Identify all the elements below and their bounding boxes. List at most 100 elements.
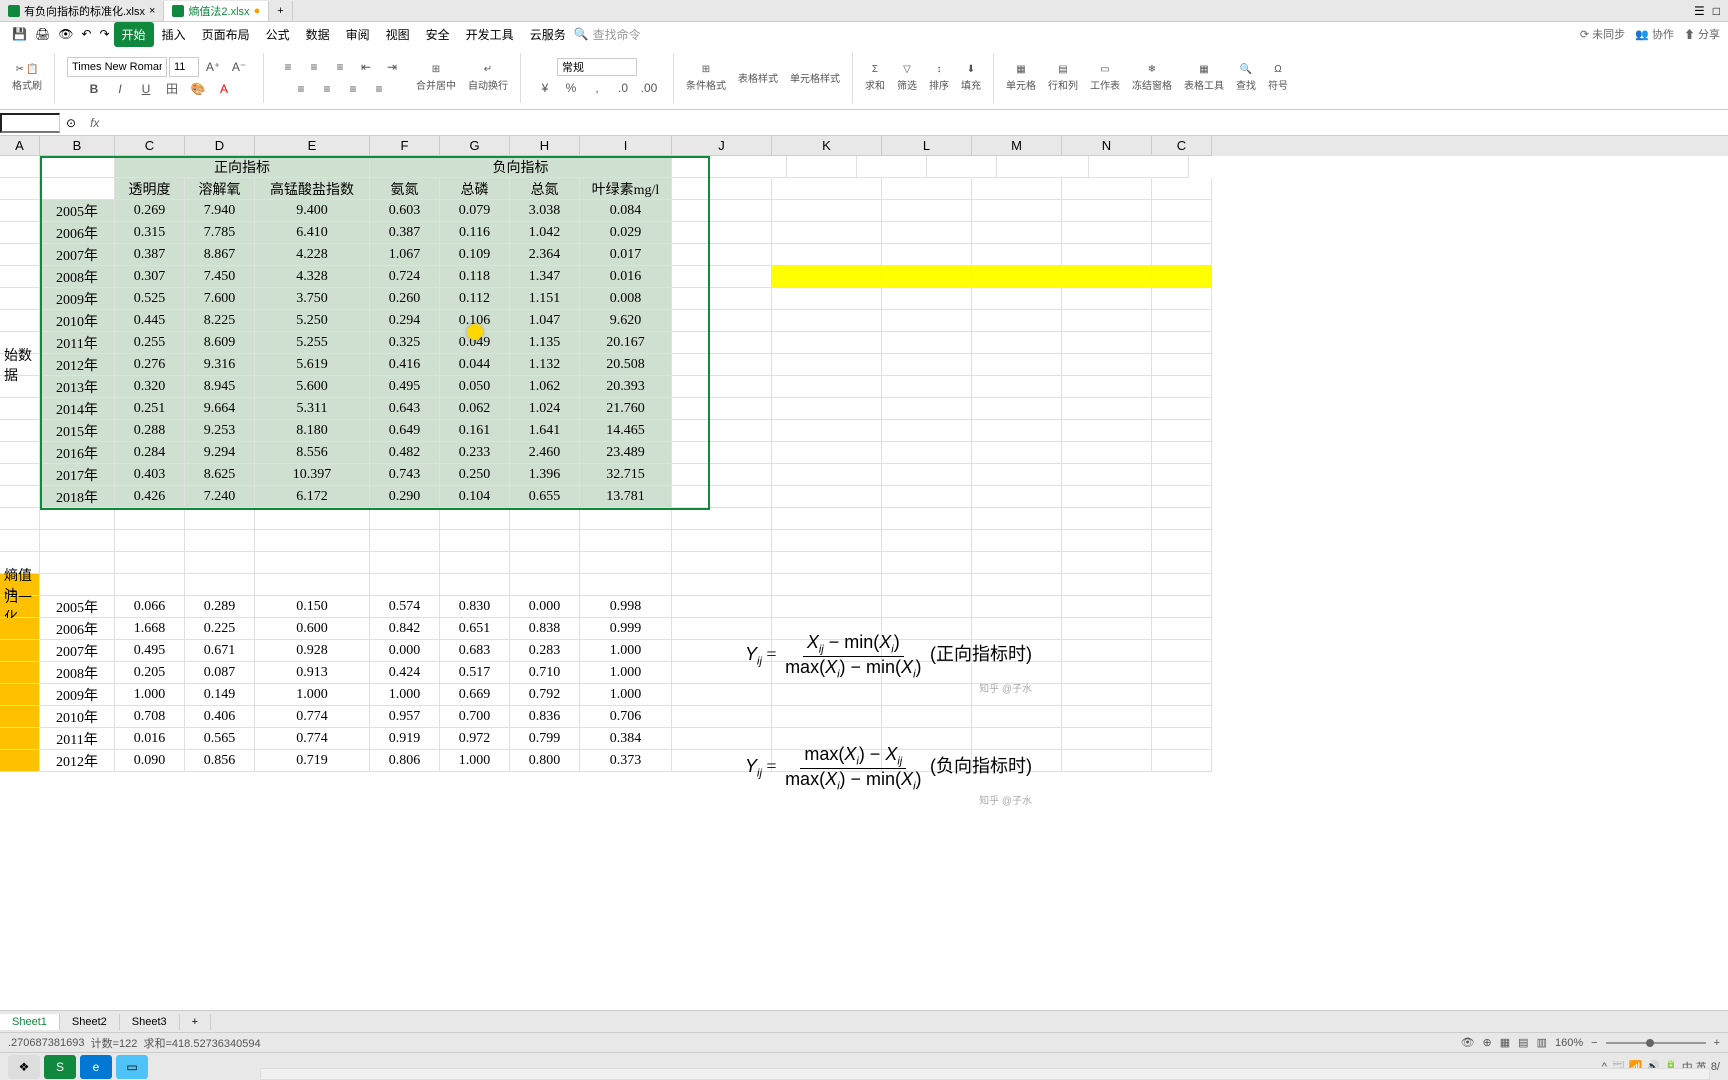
cell[interactable]: [1152, 684, 1212, 706]
cell[interactable]: 20.508: [580, 354, 672, 376]
file-tab-2[interactable]: 熵值法2.xlsx ●: [164, 1, 269, 21]
cell[interactable]: [972, 706, 1062, 728]
new-tab-button[interactable]: +: [269, 1, 292, 21]
cell[interactable]: [772, 200, 882, 222]
table-row[interactable]: 2014年0.2519.6645.3110.6430.0621.02421.76…: [0, 398, 1728, 420]
cell[interactable]: 0.838: [510, 618, 580, 640]
cell[interactable]: 0.998: [580, 596, 672, 618]
cell[interactable]: 0.495: [370, 376, 440, 398]
cell[interactable]: 0.112: [440, 288, 510, 310]
view-page-icon[interactable]: ▤: [1518, 1036, 1528, 1049]
cell[interactable]: [882, 574, 972, 596]
table-row[interactable]: 2013年0.3208.9455.6000.4950.0501.06220.39…: [0, 376, 1728, 398]
menu-safe[interactable]: 安全: [418, 22, 458, 47]
cell[interactable]: [370, 552, 440, 574]
cell[interactable]: 0.320: [115, 376, 185, 398]
cell[interactable]: [1152, 552, 1212, 574]
cell[interactable]: [1152, 244, 1212, 266]
cell[interactable]: [1062, 332, 1152, 354]
filter-group[interactable]: ▽筛选: [893, 64, 921, 92]
cell[interactable]: 0.307: [115, 266, 185, 288]
cell[interactable]: [972, 376, 1062, 398]
cell[interactable]: 5.255: [255, 332, 370, 354]
cell[interactable]: 氨氮: [370, 178, 440, 200]
cell[interactable]: [440, 552, 510, 574]
cell[interactable]: [672, 552, 772, 574]
col-header-K[interactable]: K: [772, 136, 882, 156]
cell[interactable]: [1062, 420, 1152, 442]
dec-inc-icon[interactable]: .0: [611, 78, 635, 98]
cell[interactable]: 9.400: [255, 200, 370, 222]
cell[interactable]: [40, 574, 115, 596]
cell[interactable]: 2007年: [40, 244, 115, 266]
cell[interactable]: 0.161: [440, 420, 510, 442]
cell[interactable]: [1062, 552, 1152, 574]
cell[interactable]: 6.410: [255, 222, 370, 244]
tbltool-group[interactable]: ▦表格工具: [1180, 64, 1228, 92]
col-header-I[interactable]: I: [580, 136, 672, 156]
cell[interactable]: 2013年: [40, 376, 115, 398]
cell[interactable]: [882, 266, 972, 288]
cell[interactable]: [1152, 596, 1212, 618]
menu-insert[interactable]: 插入: [154, 22, 194, 47]
cell[interactable]: 0.079: [440, 200, 510, 222]
cell[interactable]: [1062, 178, 1152, 200]
zoom-slider[interactable]: [1606, 1042, 1706, 1044]
cell[interactable]: 32.715: [580, 464, 672, 486]
cell[interactable]: [510, 508, 580, 530]
cell[interactable]: 0.495: [115, 640, 185, 662]
cell[interactable]: 2005年: [40, 596, 115, 618]
menu-formula[interactable]: 公式: [258, 22, 298, 47]
cell[interactable]: [510, 574, 580, 596]
col-header-E[interactable]: E: [255, 136, 370, 156]
cell[interactable]: [772, 222, 882, 244]
view-layout-icon[interactable]: ⊕: [1483, 1036, 1492, 1049]
cell[interactable]: 1.000: [115, 684, 185, 706]
cell[interactable]: [1152, 332, 1212, 354]
cell[interactable]: 1.000: [580, 684, 672, 706]
cell[interactable]: 0.017: [580, 244, 672, 266]
cell[interactable]: [672, 508, 772, 530]
cell[interactable]: [1089, 156, 1189, 178]
cell[interactable]: [580, 574, 672, 596]
cell[interactable]: [580, 530, 672, 552]
cell[interactable]: [972, 508, 1062, 530]
wrap-group[interactable]: ↵ 自动换行: [464, 64, 512, 92]
cell[interactable]: [772, 508, 882, 530]
cell[interactable]: 0.774: [255, 706, 370, 728]
cell[interactable]: [1062, 310, 1152, 332]
cell[interactable]: [882, 464, 972, 486]
cell[interactable]: 7.450: [185, 266, 255, 288]
cell[interactable]: 0.426: [115, 486, 185, 508]
cell[interactable]: [672, 288, 772, 310]
cell[interactable]: [972, 464, 1062, 486]
cell[interactable]: [0, 442, 40, 464]
cell[interactable]: 14.465: [580, 420, 672, 442]
cell[interactable]: 2010年: [40, 706, 115, 728]
cell[interactable]: [672, 596, 772, 618]
table-row[interactable]: 透明度溶解氧高锰酸盐指数氨氮总磷总氮叶绿素mg/l: [0, 178, 1728, 200]
cell[interactable]: 2008年: [40, 662, 115, 684]
cell[interactable]: 8.867: [185, 244, 255, 266]
cell[interactable]: [1152, 200, 1212, 222]
col-header-N[interactable]: N: [1062, 136, 1152, 156]
zoom-out-icon[interactable]: −: [1591, 1037, 1597, 1049]
cell[interactable]: [510, 552, 580, 574]
cell[interactable]: 0.972: [440, 728, 510, 750]
cell[interactable]: 2012年: [40, 750, 115, 772]
cell[interactable]: [1152, 222, 1212, 244]
cell[interactable]: [882, 222, 972, 244]
cell[interactable]: 8.945: [185, 376, 255, 398]
cell[interactable]: [1062, 662, 1152, 684]
cell[interactable]: [882, 244, 972, 266]
cell[interactable]: [255, 552, 370, 574]
cell[interactable]: [1152, 530, 1212, 552]
cell[interactable]: [882, 552, 972, 574]
cell[interactable]: [672, 486, 772, 508]
cell[interactable]: [772, 530, 882, 552]
cell[interactable]: 0.445: [115, 310, 185, 332]
cell[interactable]: [972, 244, 1062, 266]
cell[interactable]: [772, 288, 882, 310]
cell[interactable]: 总磷: [440, 178, 510, 200]
cell[interactable]: [1062, 640, 1152, 662]
